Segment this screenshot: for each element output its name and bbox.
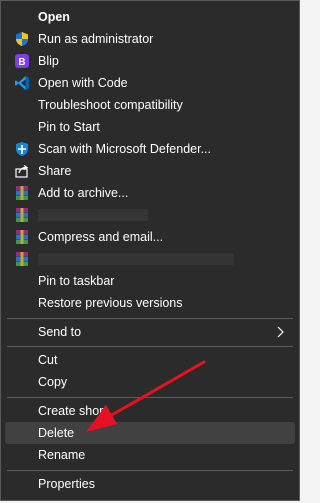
menu-item-open-with-code[interactable]: Open with Code (5, 72, 295, 94)
menu-item-label: Open with Code (38, 76, 128, 90)
menu-item-scan-with-defender[interactable]: Scan with Microsoft Defender... (5, 138, 295, 160)
menu-item-rename[interactable]: Rename (5, 444, 295, 466)
vscode-icon (14, 75, 30, 91)
menu-item-label: Rename (38, 448, 86, 462)
menu-item-label: Send to (38, 325, 82, 339)
menu-item-label: Troubleshoot compatibility (38, 98, 183, 112)
winrar-icon (14, 251, 30, 267)
menu-item-send-to[interactable]: Send to (5, 321, 295, 343)
menu-item-add-to-archive[interactable]: Add to archive... (5, 182, 295, 204)
defender-shield-icon (14, 141, 30, 157)
menu-item-restore-previous-versions[interactable]: Restore previous versions (5, 292, 295, 314)
menu-item-share[interactable]: Share (5, 160, 295, 182)
menu-item-label: Pin to Start (38, 120, 100, 134)
menu-item-label: Copy (38, 375, 68, 389)
menu-item-compress-to-named-archive-and-email[interactable] (5, 248, 295, 270)
menu-item-open[interactable]: Open (5, 6, 295, 28)
menu-item-pin-to-start[interactable]: Pin to Start (5, 116, 295, 138)
menu-item-label: Pin to taskbar (38, 274, 115, 288)
winrar-icon (14, 229, 30, 245)
svg-text:B: B (18, 57, 25, 68)
winrar-icon (14, 185, 30, 201)
menu-item-cut[interactable]: Cut (5, 349, 295, 371)
menu-separator (7, 318, 293, 319)
context-menu: Open Run as administrator B Blip Open wi… (0, 0, 300, 501)
menu-separator (7, 346, 293, 347)
menu-item-pin-to-taskbar[interactable]: Pin to taskbar (5, 270, 295, 292)
menu-item-add-to-named-archive[interactable] (5, 204, 295, 226)
menu-item-label: Compress and email... (38, 230, 164, 244)
menu-separator (7, 470, 293, 471)
menu-item-delete[interactable]: Delete (5, 422, 295, 444)
menu-item-create-shortcut[interactable]: Create short (5, 400, 295, 422)
menu-item-label: Scan with Microsoft Defender... (38, 142, 211, 156)
menu-item-label: Restore previous versions (38, 296, 183, 310)
menu-item-label: Share (38, 164, 72, 178)
menu-item-label: Add to archive... (38, 186, 129, 200)
menu-item-compress-and-email[interactable]: Compress and email... (5, 226, 295, 248)
menu-item-label: Cut (38, 353, 58, 367)
menu-item-label: Open (38, 10, 70, 24)
menu-item-label: Create short (38, 404, 107, 418)
menu-separator (7, 397, 293, 398)
menu-item-label: Properties (38, 477, 95, 491)
uac-shield-icon (14, 31, 30, 47)
menu-item-troubleshoot-compatibility[interactable]: Troubleshoot compatibility (5, 94, 295, 116)
share-icon (14, 163, 30, 179)
redacted-label (38, 209, 148, 221)
redacted-label (38, 253, 234, 265)
winrar-icon (14, 207, 30, 223)
menu-item-label: Run as administrator (38, 32, 154, 46)
blip-icon: B (14, 53, 30, 69)
menu-item-label: Delete (38, 426, 75, 440)
chevron-right-icon (273, 325, 287, 339)
menu-item-label: Blip (38, 54, 59, 68)
menu-item-run-as-administrator[interactable]: Run as administrator (5, 28, 295, 50)
menu-item-properties[interactable]: Properties (5, 473, 295, 495)
menu-item-blip[interactable]: B Blip (5, 50, 295, 72)
menu-item-copy[interactable]: Copy (5, 371, 295, 393)
